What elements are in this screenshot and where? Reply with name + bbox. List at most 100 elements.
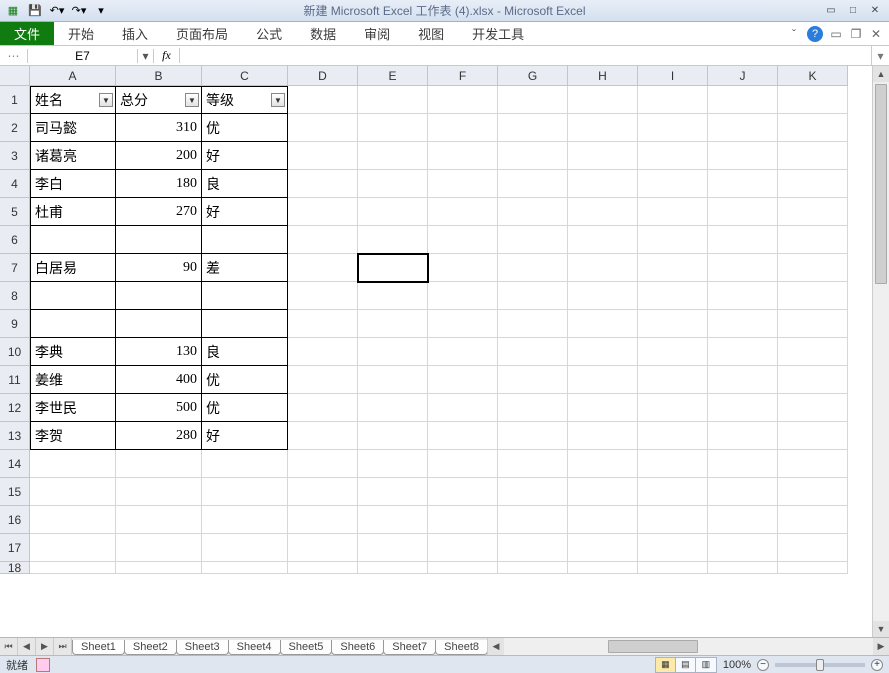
col-header-H[interactable]: H: [568, 66, 638, 86]
view-page-layout-button[interactable]: ▤: [676, 658, 696, 672]
cell-A16[interactable]: [30, 506, 116, 534]
cell-G4[interactable]: [498, 170, 568, 198]
minimize-button[interactable]: ▭: [821, 4, 841, 18]
cell-K2[interactable]: [778, 114, 848, 142]
row-header-8[interactable]: 8: [0, 282, 30, 310]
cell-A9[interactable]: [30, 310, 116, 338]
select-all-corner[interactable]: [0, 66, 30, 86]
cell-D18[interactable]: [288, 562, 358, 574]
cell-B6[interactable]: [116, 226, 202, 254]
row-header-7[interactable]: 7: [0, 254, 30, 282]
row-header-14[interactable]: 14: [0, 450, 30, 478]
cell-K16[interactable]: [778, 506, 848, 534]
help-icon[interactable]: ?: [807, 26, 823, 42]
tab-开始[interactable]: 开始: [54, 22, 108, 45]
cell-J3[interactable]: [708, 142, 778, 170]
cell-D14[interactable]: [288, 450, 358, 478]
cell-H7[interactable]: [568, 254, 638, 282]
cell-B18[interactable]: [116, 562, 202, 574]
cell-H4[interactable]: [568, 170, 638, 198]
cell-B7[interactable]: 90: [116, 254, 202, 282]
tab-页面布局[interactable]: 页面布局: [162, 22, 242, 45]
cell-D13[interactable]: [288, 422, 358, 450]
cell-A1[interactable]: 姓名▼: [30, 86, 116, 114]
sheet-first-button[interactable]: ⏮: [0, 638, 18, 655]
cell-K17[interactable]: [778, 534, 848, 562]
cell-E5[interactable]: [358, 198, 428, 226]
cell-B17[interactable]: [116, 534, 202, 562]
cell-D8[interactable]: [288, 282, 358, 310]
row-header-17[interactable]: 17: [0, 534, 30, 562]
cell-H8[interactable]: [568, 282, 638, 310]
row-header-3[interactable]: 3: [0, 142, 30, 170]
col-header-I[interactable]: I: [638, 66, 708, 86]
cell-K14[interactable]: [778, 450, 848, 478]
row-header-10[interactable]: 10: [0, 338, 30, 366]
sheet-tab-Sheet5[interactable]: Sheet5: [280, 640, 333, 655]
cell-C3[interactable]: 好: [202, 142, 288, 170]
view-page-break-button[interactable]: ▥: [696, 658, 716, 672]
cell-C5[interactable]: 好: [202, 198, 288, 226]
cell-J1[interactable]: [708, 86, 778, 114]
col-header-E[interactable]: E: [358, 66, 428, 86]
cell-B16[interactable]: [116, 506, 202, 534]
row-header-5[interactable]: 5: [0, 198, 30, 226]
cell-J11[interactable]: [708, 366, 778, 394]
cell-J2[interactable]: [708, 114, 778, 142]
horizontal-scrollbar[interactable]: ◀ ▶: [487, 638, 889, 655]
cell-G9[interactable]: [498, 310, 568, 338]
cell-I1[interactable]: [638, 86, 708, 114]
col-header-A[interactable]: A: [30, 66, 116, 86]
scroll-up-button[interactable]: ▲: [873, 66, 889, 82]
cell-D12[interactable]: [288, 394, 358, 422]
cell-B8[interactable]: [116, 282, 202, 310]
child-minimize-icon[interactable]: ▭: [829, 27, 843, 41]
cell-F17[interactable]: [428, 534, 498, 562]
cell-D17[interactable]: [288, 534, 358, 562]
cell-C14[interactable]: [202, 450, 288, 478]
fx-button[interactable]: fx: [154, 48, 180, 63]
cell-G6[interactable]: [498, 226, 568, 254]
cell-H1[interactable]: [568, 86, 638, 114]
cell-J14[interactable]: [708, 450, 778, 478]
row-header-2[interactable]: 2: [0, 114, 30, 142]
cell-F4[interactable]: [428, 170, 498, 198]
cell-I17[interactable]: [638, 534, 708, 562]
cell-J13[interactable]: [708, 422, 778, 450]
row-header-16[interactable]: 16: [0, 506, 30, 534]
cell-C9[interactable]: [202, 310, 288, 338]
cell-F9[interactable]: [428, 310, 498, 338]
cell-H16[interactable]: [568, 506, 638, 534]
cell-E6[interactable]: [358, 226, 428, 254]
cell-I11[interactable]: [638, 366, 708, 394]
cell-D5[interactable]: [288, 198, 358, 226]
zoom-level[interactable]: 100%: [723, 659, 751, 671]
cell-J10[interactable]: [708, 338, 778, 366]
cell-E4[interactable]: [358, 170, 428, 198]
cell-B14[interactable]: [116, 450, 202, 478]
cell-B15[interactable]: [116, 478, 202, 506]
cell-E11[interactable]: [358, 366, 428, 394]
cell-B4[interactable]: 180: [116, 170, 202, 198]
child-restore-icon[interactable]: ❐: [849, 27, 863, 41]
cell-I18[interactable]: [638, 562, 708, 574]
cell-I14[interactable]: [638, 450, 708, 478]
ribbon-minimize-icon[interactable]: ˇ: [787, 27, 801, 41]
cell-H6[interactable]: [568, 226, 638, 254]
cell-I6[interactable]: [638, 226, 708, 254]
cell-H11[interactable]: [568, 366, 638, 394]
cell-F15[interactable]: [428, 478, 498, 506]
cell-H5[interactable]: [568, 198, 638, 226]
cell-D2[interactable]: [288, 114, 358, 142]
tab-视图[interactable]: 视图: [404, 22, 458, 45]
cell-E7[interactable]: [358, 254, 428, 282]
cell-E10[interactable]: [358, 338, 428, 366]
cell-B1[interactable]: 总分▼: [116, 86, 202, 114]
cell-K7[interactable]: [778, 254, 848, 282]
qat-customize-icon[interactable]: ▾: [92, 3, 110, 19]
cell-H15[interactable]: [568, 478, 638, 506]
cell-G13[interactable]: [498, 422, 568, 450]
col-header-B[interactable]: B: [116, 66, 202, 86]
cell-C10[interactable]: 良: [202, 338, 288, 366]
cell-C1[interactable]: 等级▼: [202, 86, 288, 114]
